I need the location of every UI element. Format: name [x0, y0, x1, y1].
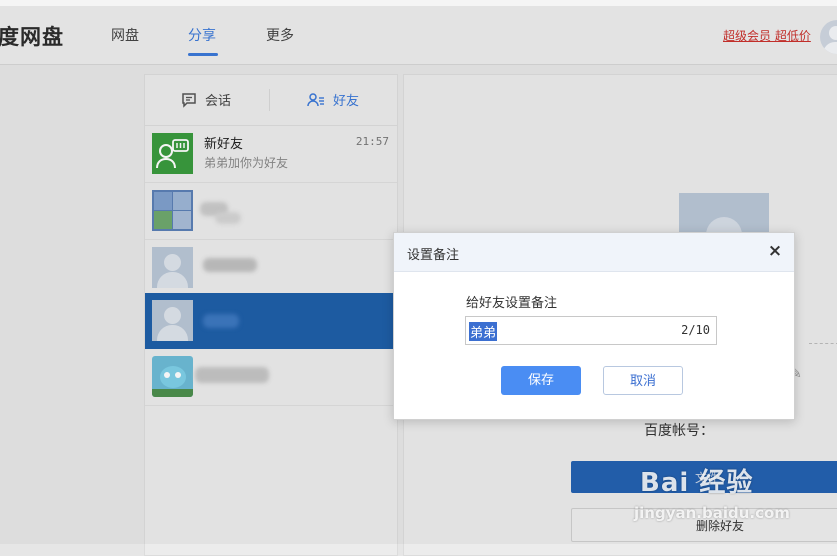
close-icon[interactable]: ×	[766, 242, 784, 260]
remark-input[interactable]: 弟弟 2/10	[465, 316, 717, 345]
dialog-header: 设置备注 ×	[394, 233, 794, 272]
watermark: Bai 经验 jingyan.baidu.com	[634, 462, 790, 522]
char-counter: 2/10	[681, 323, 710, 337]
watermark-url: jingyan.baidu.com	[634, 504, 790, 522]
remark-label: 给好友设置备注	[466, 296, 558, 311]
remark-input-value: 弟弟	[469, 322, 498, 341]
save-button[interactable]: 保存	[501, 366, 581, 395]
set-remark-dialog: 设置备注 × 给好友设置备注 弟弟 2/10 保存 取消	[393, 232, 795, 420]
dialog-title: 设置备注	[407, 248, 460, 263]
cancel-button[interactable]: 取消	[603, 366, 683, 395]
watermark-logo: Bai 经验	[640, 468, 754, 498]
